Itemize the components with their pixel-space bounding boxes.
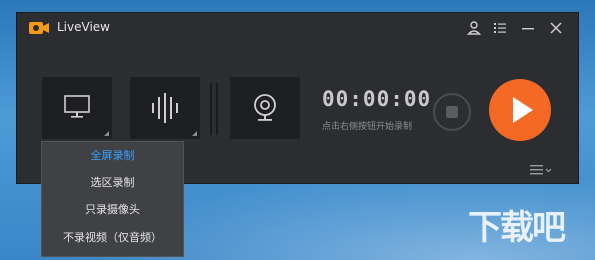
stop-icon bbox=[446, 106, 458, 118]
close-icon[interactable] bbox=[548, 20, 564, 36]
menu-item-region[interactable]: 选区录制 bbox=[42, 171, 183, 195]
list-icon[interactable] bbox=[492, 20, 508, 36]
audio-mode-button[interactable] bbox=[130, 77, 200, 139]
audio-wave-icon bbox=[152, 93, 178, 123]
user-icon[interactable] bbox=[466, 20, 482, 36]
menu-item-audio-only[interactable]: 不录视频（仅音频） bbox=[42, 226, 183, 250]
dropdown-indicator-icon bbox=[192, 131, 197, 136]
record-button[interactable] bbox=[489, 79, 551, 141]
menu-item-fullscreen[interactable]: 全屏录制 bbox=[42, 144, 183, 168]
watermark-logo: 下载吧 bbox=[468, 208, 566, 248]
start-hint-text: 点击右侧按钮开始录制 bbox=[322, 122, 413, 132]
webcam-mode-button[interactable] bbox=[230, 77, 300, 139]
screen-mode-dropdown: 全屏录制 选区录制 只录摄像头 不录视频（仅音频） bbox=[41, 141, 184, 257]
stop-button[interactable] bbox=[433, 93, 471, 131]
dropdown-indicator-icon bbox=[104, 131, 109, 136]
camera-logo-icon bbox=[29, 22, 49, 34]
title-bar[interactable]: LiveView bbox=[17, 13, 578, 43]
webcam-icon bbox=[254, 94, 276, 121]
monitor-icon bbox=[64, 95, 90, 118]
menu-item-webcam-only[interactable]: 只录摄像头 bbox=[42, 198, 183, 222]
menu-icon[interactable] bbox=[530, 163, 554, 177]
screen-mode-button[interactable] bbox=[42, 77, 112, 139]
divider bbox=[216, 83, 218, 135]
recording-timer: 00:00:00 bbox=[322, 87, 432, 111]
app-title: LiveView bbox=[57, 20, 110, 34]
play-icon bbox=[513, 97, 533, 123]
minimize-icon[interactable] bbox=[520, 20, 536, 36]
divider bbox=[210, 83, 212, 135]
